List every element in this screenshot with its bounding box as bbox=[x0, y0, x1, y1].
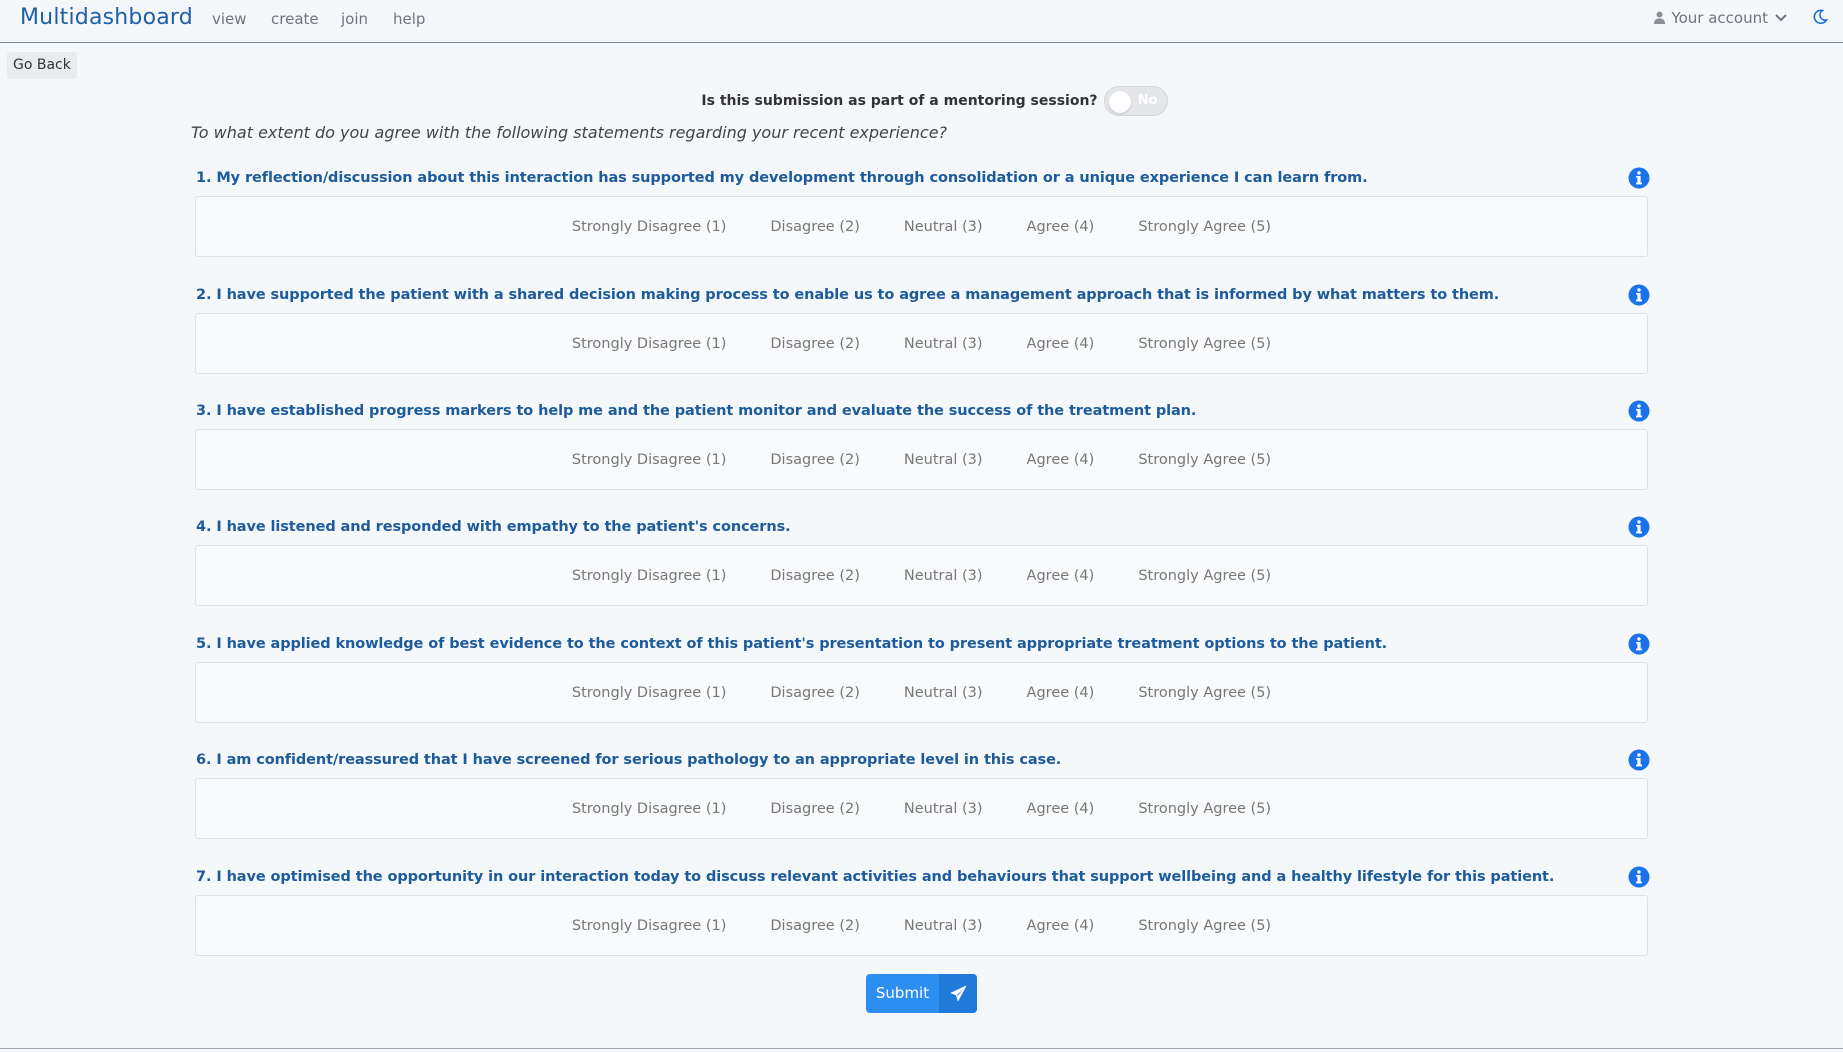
rating-option-2[interactable]: Disagree (2) bbox=[748, 568, 881, 584]
rating-option-1[interactable]: Strongly Disagree (1) bbox=[550, 336, 749, 352]
nav-help[interactable]: help bbox=[393, 10, 425, 28]
rating-option-3[interactable]: Neutral (3) bbox=[882, 685, 1005, 701]
rating-option-3[interactable]: Neutral (3) bbox=[882, 918, 1005, 934]
rating-option-5[interactable]: Strongly Agree (5) bbox=[1116, 568, 1293, 584]
mentoring-toggle[interactable]: No bbox=[1103, 86, 1168, 116]
mentoring-row: Is this submission as part of a mentorin… bbox=[0, 86, 1843, 116]
rating-option-3[interactable]: Neutral (3) bbox=[882, 336, 1005, 352]
chevron-down-icon bbox=[1774, 13, 1788, 23]
brand-logo[interactable]: Multidashboard bbox=[20, 5, 193, 30]
question-text: 7. I have optimised the opportunity in o… bbox=[196, 869, 1555, 885]
submit-button[interactable]: Submit bbox=[866, 974, 977, 1013]
rating-option-1[interactable]: Strongly Disagree (1) bbox=[550, 219, 749, 235]
rating-options: Strongly Disagree (1) Disagree (2) Neutral… bbox=[195, 895, 1648, 956]
rating-option-5[interactable]: Strongly Agree (5) bbox=[1116, 918, 1293, 934]
rating-option-row: Strongly Disagree (1) Disagree (2) Neutral… bbox=[196, 314, 1647, 373]
nav-view[interactable]: view bbox=[212, 10, 247, 28]
question-text: 2. I have supported the patient with a s… bbox=[196, 287, 1500, 303]
rating-option-row: Strongly Disagree (1) Disagree (2) Neutral… bbox=[196, 430, 1647, 489]
rating-option-2[interactable]: Disagree (2) bbox=[748, 219, 881, 235]
go-back-button[interactable]: Go Back bbox=[7, 52, 77, 79]
rating-option-1[interactable]: Strongly Disagree (1) bbox=[550, 452, 749, 468]
question-text: 4. I have listened and responded with em… bbox=[196, 519, 791, 535]
mentoring-label: Is this submission as part of a mentorin… bbox=[701, 93, 1098, 109]
rating-option-1[interactable]: Strongly Disagree (1) bbox=[550, 918, 749, 934]
info-icon[interactable] bbox=[1628, 866, 1650, 888]
question-text: 6. I am confident/reassured that I have … bbox=[196, 752, 1062, 768]
info-icon[interactable] bbox=[1628, 284, 1650, 306]
rating-option-3[interactable]: Neutral (3) bbox=[882, 801, 1005, 817]
rating-option-row: Strongly Disagree (1) Disagree (2) Neutral… bbox=[196, 197, 1647, 256]
info-icon[interactable] bbox=[1628, 749, 1650, 771]
rating-options: Strongly Disagree (1) Disagree (2) Neutral… bbox=[195, 778, 1648, 839]
rating-options: Strongly Disagree (1) Disagree (2) Neutral… bbox=[195, 429, 1648, 490]
rating-option-1[interactable]: Strongly Disagree (1) bbox=[550, 685, 749, 701]
account-label: Your account bbox=[1671, 9, 1768, 27]
rating-options: Strongly Disagree (1) Disagree (2) Neutral… bbox=[195, 662, 1648, 723]
rating-option-4[interactable]: Agree (4) bbox=[1005, 568, 1117, 584]
question-text: 3. I have established progress markers t… bbox=[196, 403, 1197, 419]
rating-option-1[interactable]: Strongly Disagree (1) bbox=[550, 568, 749, 584]
rating-option-3[interactable]: Neutral (3) bbox=[882, 452, 1005, 468]
footer-divider bbox=[0, 1048, 1843, 1049]
nav-create[interactable]: create bbox=[271, 10, 319, 28]
rating-option-4[interactable]: Agree (4) bbox=[1005, 918, 1117, 934]
rating-option-5[interactable]: Strongly Agree (5) bbox=[1116, 219, 1293, 235]
rating-option-4[interactable]: Agree (4) bbox=[1005, 452, 1117, 468]
info-icon[interactable] bbox=[1628, 516, 1650, 538]
paper-plane-icon bbox=[939, 974, 977, 1013]
toggle-knob bbox=[1108, 91, 1131, 113]
rating-option-5[interactable]: Strongly Agree (5) bbox=[1116, 336, 1293, 352]
rating-options: Strongly Disagree (1) Disagree (2) Neutral… bbox=[195, 545, 1648, 606]
rating-option-5[interactable]: Strongly Agree (5) bbox=[1116, 452, 1293, 468]
rating-option-1[interactable]: Strongly Disagree (1) bbox=[550, 801, 749, 817]
question-text: 1. My reflection/discussion about this i… bbox=[196, 170, 1368, 186]
question-text: 5. I have applied knowledge of best evid… bbox=[196, 636, 1388, 652]
rating-option-row: Strongly Disagree (1) Disagree (2) Neutral… bbox=[196, 546, 1647, 605]
rating-option-2[interactable]: Disagree (2) bbox=[748, 801, 881, 817]
toggle-value: No bbox=[1137, 93, 1158, 108]
rating-option-3[interactable]: Neutral (3) bbox=[882, 219, 1005, 235]
rating-option-4[interactable]: Agree (4) bbox=[1005, 336, 1117, 352]
navbar: Multidashboard view create join help You… bbox=[0, 0, 1843, 43]
submit-label: Submit bbox=[875, 984, 930, 1002]
rating-option-row: Strongly Disagree (1) Disagree (2) Neutral… bbox=[196, 663, 1647, 722]
rating-option-row: Strongly Disagree (1) Disagree (2) Neutral… bbox=[196, 896, 1647, 955]
rating-option-2[interactable]: Disagree (2) bbox=[748, 918, 881, 934]
rating-option-4[interactable]: Agree (4) bbox=[1005, 219, 1117, 235]
rating-option-row: Strongly Disagree (1) Disagree (2) Neutral… bbox=[196, 779, 1647, 838]
rating-option-3[interactable]: Neutral (3) bbox=[882, 568, 1005, 584]
rating-options: Strongly Disagree (1) Disagree (2) Neutral… bbox=[195, 313, 1648, 374]
info-icon[interactable] bbox=[1628, 633, 1650, 655]
rating-option-4[interactable]: Agree (4) bbox=[1005, 685, 1117, 701]
intro-text: To what extent do you agree with the fol… bbox=[191, 123, 948, 142]
moon-icon[interactable] bbox=[1811, 8, 1829, 30]
rating-option-5[interactable]: Strongly Agree (5) bbox=[1116, 801, 1293, 817]
rating-option-2[interactable]: Disagree (2) bbox=[748, 336, 881, 352]
user-icon bbox=[1654, 11, 1666, 25]
rating-option-4[interactable]: Agree (4) bbox=[1005, 801, 1117, 817]
account-menu[interactable]: Your account bbox=[1654, 9, 1788, 27]
info-icon[interactable] bbox=[1628, 167, 1650, 189]
rating-option-2[interactable]: Disagree (2) bbox=[748, 685, 881, 701]
nav-join[interactable]: join bbox=[341, 10, 368, 28]
rating-option-5[interactable]: Strongly Agree (5) bbox=[1116, 685, 1293, 701]
rating-option-2[interactable]: Disagree (2) bbox=[748, 452, 881, 468]
rating-options: Strongly Disagree (1) Disagree (2) Neutral… bbox=[195, 196, 1648, 257]
info-icon[interactable] bbox=[1628, 400, 1650, 422]
